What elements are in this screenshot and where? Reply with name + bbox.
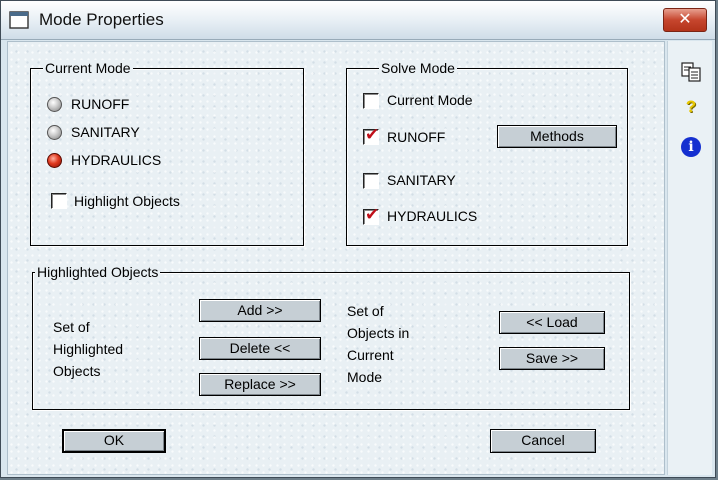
dialog-client-area: Current Mode RUNOFF SANITARY HYDRAULICS … [7,41,665,475]
copy-icon[interactable] [680,61,702,83]
current-set-label-line3: Current [347,347,394,363]
solve-hydraulics-checkbox[interactable]: ✔ [363,205,380,225]
side-toolbar: ? i [667,41,712,475]
highlighted-set-label-line2: Highlighted [53,341,124,357]
radio-runoff[interactable] [47,97,62,112]
close-button[interactable]: ✕ [663,8,707,32]
solve-current-mode-label[interactable]: Current Mode [387,92,473,108]
highlighted-objects-group: Highlighted Objects Set of Highlighted O… [32,264,630,410]
window-app-icon [9,11,29,29]
radio-hydraulics-label[interactable]: HYDRAULICS [71,152,161,168]
replace-button[interactable]: Replace >> [199,373,321,396]
check-mark-icon: ✔ [365,125,380,144]
load-button[interactable]: << Load [499,311,605,334]
ok-button[interactable]: OK [62,429,166,453]
solve-runoff-label[interactable]: RUNOFF [387,129,445,145]
current-mode-group: Current Mode RUNOFF SANITARY HYDRAULICS … [30,60,304,246]
solve-hydraulics-label[interactable]: HYDRAULICS [387,208,477,224]
current-set-label-line1: Set of [347,303,384,319]
current-set-label-line4: Mode [347,369,383,385]
help-icon[interactable]: ? [680,97,702,119]
radio-sanitary-label[interactable]: SANITARY [71,124,140,140]
current-set-label-line2: Objects in [347,325,410,341]
delete-button[interactable]: Delete << [199,337,321,360]
mode-properties-window: Mode Properties ✕ Current Mode RUNOFF SA… [0,0,716,478]
window-title: Mode Properties [39,10,164,29]
solve-current-mode-checkbox[interactable] [363,93,379,109]
radio-sanitary[interactable] [47,125,62,140]
highlighted-objects-legend: Highlighted Objects [35,264,161,280]
cancel-button[interactable]: Cancel [490,429,596,453]
highlight-objects-label[interactable]: Highlight Objects [74,193,180,209]
highlighted-set-label-line3: Objects [53,363,101,379]
add-button[interactable]: Add >> [199,299,321,322]
solve-mode-group: Solve Mode Current Mode ✔ RUNOFF Methods… [346,60,628,246]
title-bar[interactable]: Mode Properties ✕ [1,1,715,40]
save-button[interactable]: Save >> [499,347,605,370]
info-icon[interactable]: i [681,137,701,157]
current-mode-legend: Current Mode [43,60,133,76]
methods-button[interactable]: Methods [497,125,617,148]
close-icon: ✕ [678,11,692,28]
solve-mode-legend: Solve Mode [379,60,457,76]
radio-hydraulics[interactable] [47,153,62,168]
solve-sanitary-label[interactable]: SANITARY [387,172,456,188]
check-mark-icon: ✔ [365,205,380,224]
radio-runoff-label[interactable]: RUNOFF [71,96,129,112]
highlight-objects-checkbox[interactable] [51,193,67,209]
solve-sanitary-checkbox[interactable] [363,173,379,189]
solve-runoff-checkbox[interactable]: ✔ [363,125,380,145]
highlighted-set-label-line1: Set of [53,319,90,335]
